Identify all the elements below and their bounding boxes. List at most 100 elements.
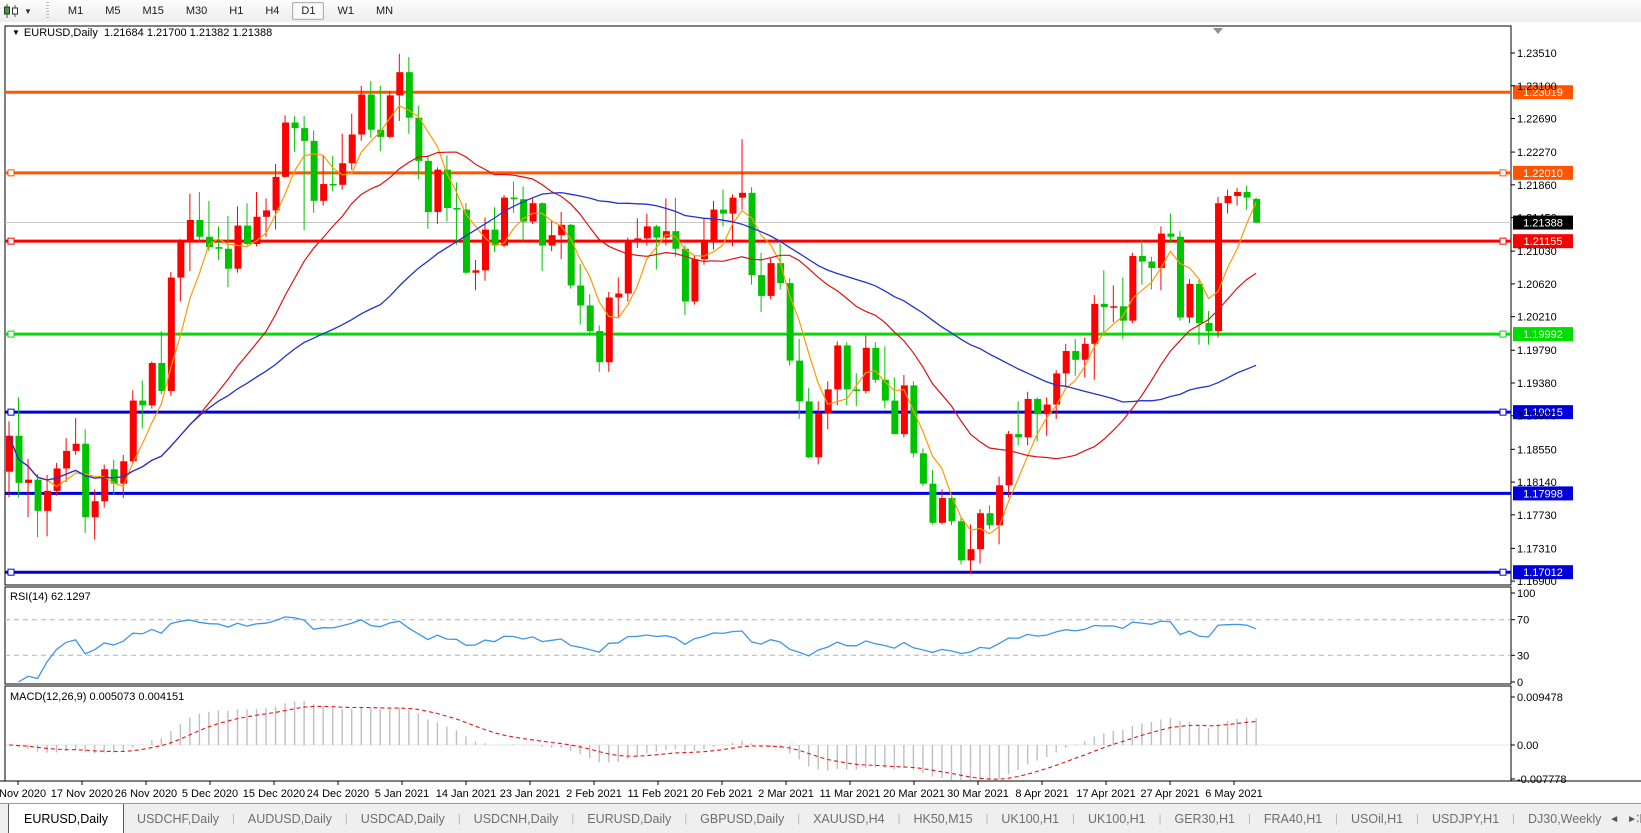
candle-body <box>710 210 717 240</box>
rsi-tick-label: 70 <box>1517 615 1529 627</box>
candle-body <box>44 491 51 511</box>
candle-body <box>472 270 479 272</box>
date-tick-label: 8 Apr 2021 <box>1015 788 1068 800</box>
level-handle[interactable] <box>8 409 14 415</box>
candle-body <box>177 242 184 278</box>
timeframe-button-h4[interactable]: H4 <box>256 2 288 20</box>
level-handle[interactable] <box>8 238 14 244</box>
date-tick-label: 2 Feb 2021 <box>566 788 622 800</box>
symbol-tab-usdcnh-daily[interactable]: USDCNH,Daily <box>461 804 572 833</box>
timeframe-button-m5[interactable]: M5 <box>96 2 129 20</box>
level-handle[interactable] <box>1500 569 1506 575</box>
rsi-tick-label: 0 <box>1517 677 1523 689</box>
candle-body <box>244 226 251 244</box>
candle-body <box>606 297 613 362</box>
candle-body <box>434 170 441 212</box>
candle-body <box>425 161 432 212</box>
candle-body <box>196 220 203 237</box>
candle-body <box>1091 304 1098 344</box>
candle-body <box>749 193 756 275</box>
level-handle[interactable] <box>1500 238 1506 244</box>
level-handle[interactable] <box>8 170 14 176</box>
date-tick-label: 27 Apr 2021 <box>1140 788 1199 800</box>
candle-body <box>853 389 860 391</box>
date-tick-label: 11 Mar 2021 <box>820 788 881 800</box>
candle-body <box>273 177 280 211</box>
symbol-tab-eurusd-daily[interactable]: EURUSD,Daily <box>574 804 684 833</box>
timeframe-button-mn[interactable]: MN <box>367 2 402 20</box>
timeframe-button-d1[interactable]: D1 <box>292 2 324 20</box>
candle-body <box>1082 344 1089 360</box>
candle-body <box>834 345 841 389</box>
timeframe-button-m1[interactable]: M1 <box>59 2 92 20</box>
candle-body <box>101 469 108 501</box>
candle-body <box>320 184 327 201</box>
candle-body <box>292 123 299 129</box>
candle-body <box>568 225 575 286</box>
symbol-tab-hk50-m15[interactable]: HK50,M15 <box>900 804 985 833</box>
collapse-caret-icon[interactable]: ▼ <box>12 28 20 37</box>
candle-body <box>387 95 394 137</box>
toolbar-drag-handle[interactable] <box>44 2 51 20</box>
candle-body <box>311 141 318 201</box>
timeframe-button-m15[interactable]: M15 <box>133 2 172 20</box>
candle-body <box>977 513 984 549</box>
date-tick-label: 5 Dec 2020 <box>182 788 238 800</box>
level-handle[interactable] <box>1500 409 1506 415</box>
candlestick-icon <box>2 3 22 19</box>
candle-body <box>282 123 289 177</box>
date-tick-label: 23 Jan 2021 <box>500 788 561 800</box>
candle-body <box>987 513 994 525</box>
price-tick-label: 1.18140 <box>1517 477 1557 489</box>
timeframe-button-m30[interactable]: M30 <box>177 2 216 20</box>
timeframe-button-w1[interactable]: W1 <box>328 2 363 20</box>
candle-body <box>1206 323 1213 331</box>
symbol-tab-uk100-h1[interactable]: UK100,H1 <box>988 804 1072 833</box>
symbol-tab-audusd-daily[interactable]: AUDUSD,Daily <box>235 804 345 833</box>
level-price-label: 1.22010 <box>1523 168 1563 180</box>
symbol-tab-uk100-h1[interactable]: UK100,H1 <box>1075 804 1159 833</box>
level-handle[interactable] <box>1500 331 1506 337</box>
candle-body <box>1244 192 1251 198</box>
symbol-tab-bar: EURUSD,DailyUSDCHF,Daily|AUDUSD,Daily|US… <box>0 803 1641 833</box>
tab-scroll-left-button[interactable]: ◄ <box>1609 814 1619 825</box>
candle-body <box>1139 256 1146 262</box>
candle-body <box>901 385 908 434</box>
date-tick-label: 30 Mar 2021 <box>947 788 1009 800</box>
symbol-tab-usdjpy-h1[interactable]: USDJPY,H1 <box>1419 804 1512 833</box>
candle-body <box>739 193 746 198</box>
price-tick-label: 1.17730 <box>1517 510 1557 522</box>
candle-body <box>758 275 765 296</box>
candle-body <box>453 208 460 210</box>
level-handle[interactable] <box>8 569 14 575</box>
timeframe-button-h1[interactable]: H1 <box>220 2 252 20</box>
symbol-tab-fra40-h1[interactable]: FRA40,H1 <box>1251 804 1335 833</box>
date-tick-label: 2 Mar 2021 <box>758 788 814 800</box>
candle-body <box>530 203 537 221</box>
candle-body <box>1063 351 1070 373</box>
symbol-tab-gbpusd-daily[interactable]: GBPUSD,Daily <box>687 804 797 833</box>
symbol-tab-xauusd-h4[interactable]: XAUUSD,H4 <box>800 804 898 833</box>
symbol-tab-usdcad-daily[interactable]: USDCAD,Daily <box>348 804 458 833</box>
symbol-tab-dj30-weekly[interactable]: DJ30,Weekly <box>1515 804 1614 833</box>
symbol-tab-usoil-h1[interactable]: USOil,H1 <box>1338 804 1416 833</box>
price-tick-label: 1.19790 <box>1517 345 1557 357</box>
candle-body <box>1101 304 1108 307</box>
date-tick-label: 17 Apr 2021 <box>1076 788 1135 800</box>
symbol-tab-eurusd-daily[interactable]: EURUSD,Daily <box>8 804 124 833</box>
symbol-tab-ger30-h1[interactable]: GER30,H1 <box>1162 804 1248 833</box>
tab-scroll-right-button[interactable]: ► <box>1627 814 1637 825</box>
symbol-tab-usdchf-daily[interactable]: USDCHF,Daily <box>124 804 232 833</box>
candle-body <box>463 210 470 273</box>
price-chart-canvas[interactable]: 1.230191.220101.211551.199921.190151.179… <box>0 22 1641 803</box>
candle-body <box>596 331 603 362</box>
price-tick-label: 1.19380 <box>1517 378 1557 390</box>
chart-type-icon[interactable] <box>2 3 22 19</box>
chart-type-dropdown-caret[interactable]: ▼ <box>24 7 32 16</box>
level-handle[interactable] <box>1500 170 1506 176</box>
candle-body <box>1167 234 1174 237</box>
date-tick-label: 11 Feb 2021 <box>628 788 689 800</box>
candle-body <box>787 283 794 361</box>
level-handle[interactable] <box>8 331 14 337</box>
macd-tick-label: 0.009478 <box>1517 692 1563 704</box>
